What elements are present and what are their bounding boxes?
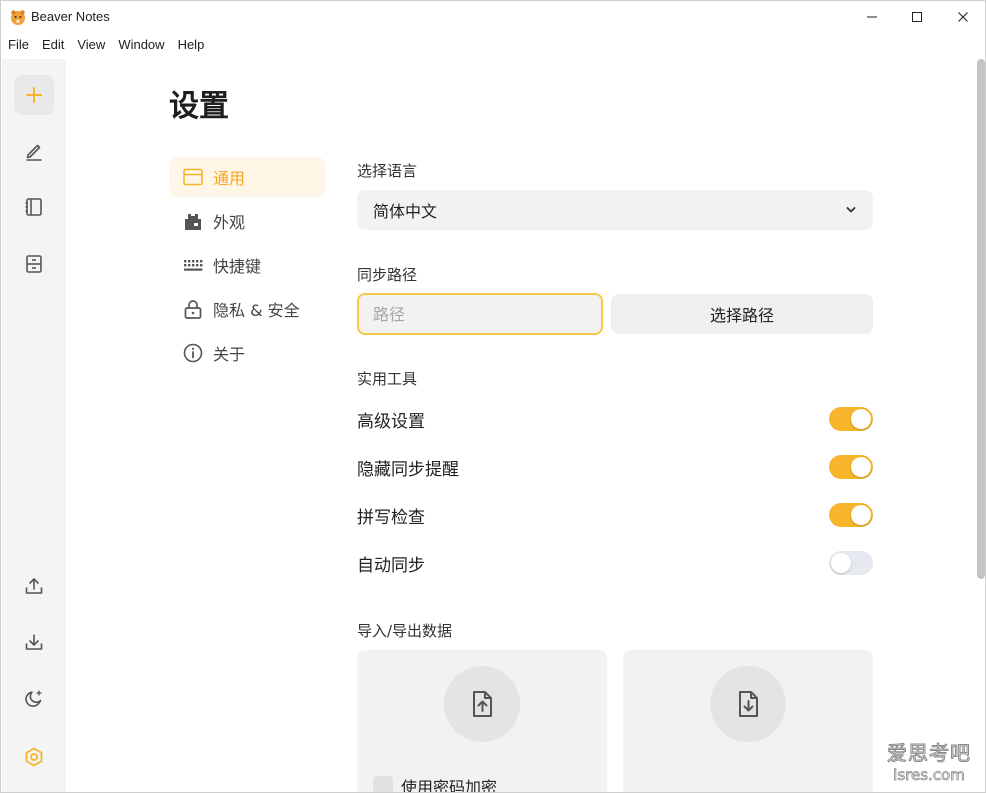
tools-label: 实用工具 — [357, 370, 418, 388]
beaver-app-icon — [11, 10, 25, 25]
watermark: 爱思考吧 isres.com — [887, 737, 971, 785]
nav-general-label: 通用 — [213, 169, 246, 188]
menu-file[interactable]: File — [1, 35, 35, 55]
tool-hide-sync-label: 隐藏同步提醒 — [357, 459, 459, 480]
tool-row-spellcheck: 拼写检查 — [357, 499, 873, 531]
appearance-icon — [185, 214, 201, 230]
notebook-icon — [25, 198, 42, 216]
toggle-knob — [831, 553, 851, 573]
menu-help[interactable]: Help — [171, 35, 211, 55]
nav-privacy-label: 隐私 & 安全 — [213, 301, 300, 320]
notes-button[interactable] — [14, 131, 54, 171]
tool-advanced-label: 高级设置 — [357, 411, 425, 432]
scrollbar-thumb[interactable] — [977, 59, 985, 579]
maximize-icon — [912, 12, 922, 22]
toggle-knob — [851, 505, 871, 525]
close-button[interactable] — [940, 1, 985, 33]
tool-autosync-label: 自动同步 — [357, 555, 425, 576]
upload-icon — [25, 578, 43, 594]
archive-icon — [26, 255, 42, 273]
watermark-line1: 爱思考吧 — [887, 741, 971, 766]
settings-nav: 通用 外观 快捷键 隐私 & 安全 关于 — [169, 157, 325, 377]
moon-icon — [25, 690, 42, 707]
nav-appearance[interactable]: 外观 — [169, 201, 325, 241]
tool-row-autosync: 自动同步 — [357, 547, 873, 579]
menu-bar: File Edit View Window Help — [1, 35, 210, 55]
keyboard-icon — [184, 260, 203, 271]
sidebar — [2, 59, 66, 792]
choose-path-button[interactable]: 选择路径 — [611, 294, 873, 334]
nav-about-label: 关于 — [213, 345, 246, 364]
toggle-knob — [851, 409, 871, 429]
minimize-button[interactable] — [849, 1, 895, 33]
sync-path-label: 同步路径 — [357, 266, 418, 284]
nav-general[interactable]: 通用 — [169, 157, 325, 197]
info-icon — [183, 343, 203, 363]
import-circle[interactable] — [710, 666, 786, 742]
new-note-button[interactable] — [14, 75, 54, 115]
export-card[interactable]: 使用密码加密 — [357, 650, 607, 793]
menu-view[interactable]: View — [70, 35, 111, 55]
menu-edit[interactable]: Edit — [35, 35, 70, 55]
tool-row-hide-sync: 隐藏同步提醒 — [357, 451, 873, 483]
minimize-icon — [867, 16, 877, 18]
file-download-icon — [739, 691, 758, 717]
scrollbar[interactable] — [976, 59, 985, 792]
page-title: 设置 — [169, 89, 229, 124]
app-window: Beaver Notes File Edit View Window Help — [0, 0, 986, 793]
encrypt-checkbox[interactable] — [373, 776, 393, 792]
window-title: Beaver Notes — [31, 9, 110, 24]
encrypt-label: 使用密码加密 — [401, 778, 498, 793]
download-icon — [25, 634, 43, 650]
toggle-autosync[interactable] — [829, 551, 873, 575]
lock-icon — [184, 300, 202, 319]
export-button[interactable] — [14, 566, 54, 606]
nav-shortcuts-label: 快捷键 — [213, 257, 262, 276]
archive-button[interactable] — [14, 244, 54, 284]
nav-about[interactable]: 关于 — [169, 333, 325, 373]
language-value: 简体中文 — [373, 202, 438, 221]
pencil-icon — [26, 144, 42, 161]
plus-icon — [26, 87, 42, 103]
maximize-button[interactable] — [894, 1, 940, 33]
import-export-label: 导入/导出数据 — [357, 622, 453, 640]
settings-hex-icon — [25, 747, 43, 767]
sync-path-input[interactable] — [357, 293, 603, 335]
notebooks-button[interactable] — [14, 187, 54, 227]
toggle-spellcheck[interactable] — [829, 503, 873, 527]
nav-privacy[interactable]: 隐私 & 安全 — [169, 289, 325, 329]
nav-appearance-label: 外观 — [213, 213, 246, 232]
file-upload-icon — [473, 691, 492, 717]
chevron-down-icon — [846, 207, 856, 213]
toggle-knob — [851, 457, 871, 477]
tool-row-advanced: 高级设置 — [357, 403, 873, 435]
settings-button[interactable] — [14, 737, 54, 777]
watermark-line2: isres.com — [893, 766, 965, 785]
encrypt-row[interactable]: 使用密码加密 — [373, 774, 498, 793]
toggle-hide-sync[interactable] — [829, 455, 873, 479]
export-circle[interactable] — [444, 666, 520, 742]
title-bar: Beaver Notes — [1, 1, 985, 33]
language-select[interactable]: 简体中文 — [357, 190, 873, 230]
language-label: 选择语言 — [357, 162, 418, 180]
toggle-advanced[interactable] — [829, 407, 873, 431]
window-icon — [183, 168, 203, 186]
menu-window[interactable]: Window — [111, 35, 170, 55]
import-button[interactable] — [14, 622, 54, 662]
close-icon — [958, 12, 968, 22]
theme-button[interactable] — [14, 679, 54, 719]
tool-spellcheck-label: 拼写检查 — [357, 507, 425, 528]
nav-shortcuts[interactable]: 快捷键 — [169, 245, 325, 285]
import-card[interactable] — [623, 650, 873, 792]
